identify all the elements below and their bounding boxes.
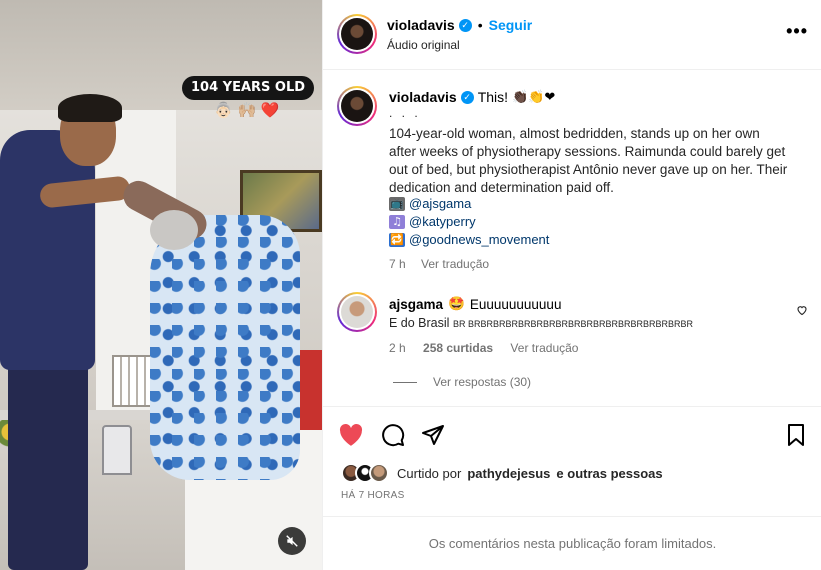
elderly-woman [150, 215, 300, 480]
physiotherapist-hair [58, 94, 122, 122]
caption-dots: . . . [389, 106, 421, 120]
comment-icon [382, 424, 405, 447]
comment-time: 2 h [389, 341, 406, 355]
author-avatar[interactable] [337, 14, 377, 54]
author-username[interactable]: violadavis [387, 17, 455, 33]
physiotherapist-legs [8, 360, 88, 570]
caption-translate-link[interactable]: Ver tradução [421, 257, 489, 271]
tag-katyperry[interactable]: ♫ @katyperry [389, 213, 789, 231]
heart-filled-icon [339, 423, 363, 446]
replies-divider [393, 381, 417, 383]
separator-dot: • [477, 17, 483, 33]
mute-button[interactable] [278, 527, 306, 555]
comment-line: ajsgama 🤩 Euuuuuuuuuuu [389, 296, 561, 312]
chair [102, 425, 132, 475]
liked-prefix: Curtido por [397, 465, 462, 481]
tag-ajsgama[interactable]: 📺 @ajsgama [389, 195, 789, 213]
physiotherapist [0, 130, 95, 370]
caption-meta: 7 h Ver tradução [389, 257, 489, 271]
original-audio-link[interactable]: Áudio original [387, 38, 460, 52]
verified-badge-icon: ✓ [460, 90, 474, 104]
post-panel: violadavis ✓ • Seguir Áudio original •••… [322, 0, 821, 570]
liker-avatars [341, 463, 389, 483]
tag-link[interactable]: @katyperry [409, 213, 476, 231]
liked-by-row[interactable]: Curtido por pathydejesus e outras pessoa… [341, 463, 663, 483]
comment-flags: BR BRBRBRBRBRBRBRBRBRBRBRBRBRBRBRBRBRBR [452, 319, 693, 329]
comment-button[interactable] [379, 421, 407, 449]
repeat-icon: 🔁 [389, 233, 405, 247]
music-note-icon: ♫ [389, 215, 405, 229]
verified-badge-icon: ✓ [458, 18, 472, 32]
header-user-row: violadavis ✓ • Seguir [387, 17, 532, 33]
caption-tags: 📺 @ajsgama ♫ @katyperry 🔁 @goodnews_move… [389, 195, 789, 249]
comment-text: Euuuuuuuuuuu [469, 296, 562, 312]
comments-limited-notice: Os comentários nesta publicação foram li… [323, 516, 821, 570]
view-replies-label[interactable]: Ver respostas (30) [433, 375, 531, 389]
caption-emojis: 👏🏿👏❤ [512, 89, 556, 105]
comment-line-2: E do Brasil BR BRBRBRBRBRBRBRBRBRBRBRBRB… [389, 316, 693, 330]
commenter-avatar[interactable] [337, 292, 377, 332]
tv-icon: 📺 [389, 197, 405, 211]
tag-link[interactable]: @goodnews_movement [409, 231, 549, 249]
comment-text-2: E do Brasil [389, 316, 450, 330]
action-bar: Curtido por pathydejesus e outras pessoa… [323, 406, 821, 516]
save-button[interactable] [782, 421, 810, 449]
elderly-woman-head [150, 210, 198, 250]
overlay-emojis: 👵🏻 🙌🏼 ❤️ [214, 101, 280, 119]
post-timestamp[interactable]: HÁ 7 HORAS [341, 490, 405, 501]
caption-text: This! [477, 89, 509, 105]
view-replies-button[interactable]: Ver respostas (30) [393, 375, 531, 389]
comment-likes[interactable]: 258 curtidas [423, 341, 493, 355]
caption-username[interactable]: violadavis [389, 89, 457, 105]
bookmark-icon [788, 424, 804, 446]
caption-time: 7 h [389, 257, 406, 271]
caption-header: violadavis ✓ This! 👏🏿👏❤ [389, 89, 555, 105]
speaker-muted-icon [286, 535, 298, 547]
follow-button[interactable]: Seguir [489, 17, 533, 33]
tag-link[interactable]: @ajsgama [409, 195, 471, 213]
window [112, 355, 154, 407]
send-icon [422, 425, 444, 445]
comment-translate-link[interactable]: Ver tradução [510, 341, 578, 355]
comment-like-icon[interactable] [796, 304, 808, 316]
like-button[interactable] [337, 421, 365, 449]
liked-by-others[interactable]: e outras pessoas [556, 466, 662, 481]
more-options-icon[interactable]: ••• [786, 22, 808, 40]
post-video[interactable]: 104 YEARS OLD 👵🏻 🙌🏼 ❤️ [0, 0, 322, 570]
age-overlay-label: 104 YEARS OLD [182, 76, 315, 100]
share-button[interactable] [419, 421, 447, 449]
caption-author-avatar[interactable] [337, 86, 377, 126]
liked-by-username[interactable]: pathydejesus [467, 466, 550, 481]
comment-meta: 2 h 258 curtidas Ver tradução [389, 341, 578, 355]
comment-emoji: 🤩 [448, 296, 465, 311]
caption-body: 104-year-old woman, almost bedridden, st… [389, 126, 788, 195]
commenter-username[interactable]: ajsgama [389, 297, 443, 312]
liker-avatar [369, 463, 389, 483]
tag-goodnews-movement[interactable]: 🔁 @goodnews_movement [389, 231, 789, 249]
post-header: violadavis ✓ • Seguir Áudio original ••• [323, 0, 821, 70]
